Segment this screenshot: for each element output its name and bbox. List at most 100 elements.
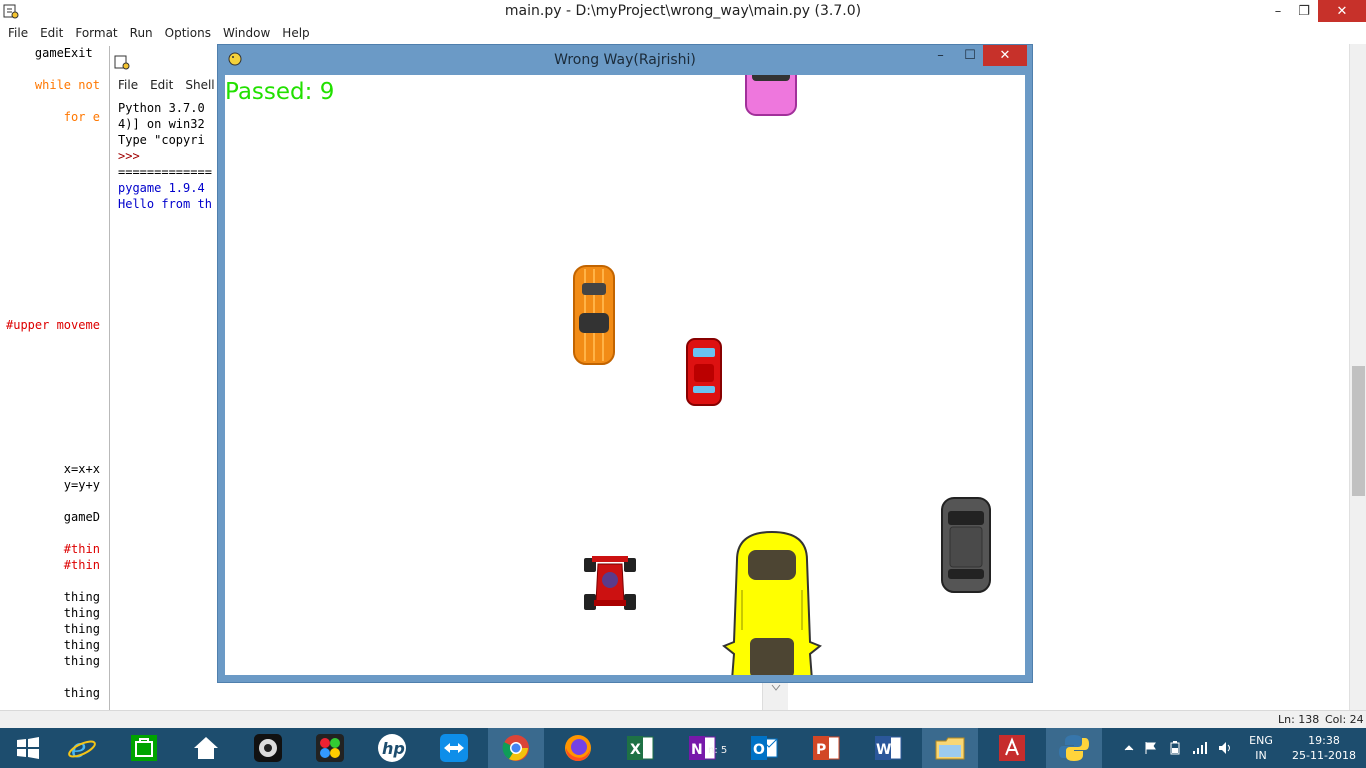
taskbar-excel[interactable]: X bbox=[612, 728, 668, 768]
shell-line[interactable]: Type "copyri bbox=[118, 133, 205, 147]
code-line[interactable]: x=x+x bbox=[6, 462, 100, 476]
powerpoint-icon: P bbox=[813, 736, 840, 760]
taskbar-onenote[interactable]: N n: 5 bbox=[674, 728, 730, 768]
game-window-title: Wrong Way(Rajrishi) bbox=[554, 52, 696, 68]
excel-icon: X bbox=[627, 736, 654, 760]
shell-line[interactable]: Hello from th bbox=[118, 197, 212, 211]
game-close-button[interactable]: ✕ bbox=[983, 45, 1027, 66]
code-line[interactable]: thing bbox=[6, 606, 100, 620]
code-line[interactable]: gameExit bbox=[6, 46, 93, 60]
shell-line[interactable]: 4)] on win32 bbox=[118, 117, 205, 131]
shell-line[interactable]: pygame 1.9.4 bbox=[118, 181, 205, 195]
speaker-icon[interactable] bbox=[1218, 741, 1234, 755]
outlook-icon: O bbox=[751, 736, 778, 760]
chrome-icon bbox=[502, 735, 529, 761]
shell-menu-shell[interactable]: Shell bbox=[179, 78, 220, 92]
orange-car bbox=[573, 265, 615, 365]
taskbar-outlook[interactable]: O bbox=[736, 728, 792, 768]
taskbar-acrobat[interactable] bbox=[984, 728, 1040, 768]
code-line[interactable]: for e bbox=[6, 110, 100, 124]
shell-menu-file[interactable]: File bbox=[112, 78, 144, 92]
code-line[interactable]: #thin bbox=[6, 542, 100, 556]
shell-scrollbar-corner[interactable] bbox=[762, 682, 788, 710]
status-column-number: Col: 24 bbox=[1325, 713, 1364, 726]
editor-close-button[interactable]: ✕ bbox=[1318, 0, 1366, 22]
game-canvas[interactable]: Passed: 9 bbox=[225, 75, 1025, 675]
code-line[interactable]: thing bbox=[6, 622, 100, 636]
gray-car bbox=[941, 497, 991, 593]
taskbar-internet-explorer[interactable]: e bbox=[54, 728, 110, 768]
score-text: Passed: 9 bbox=[225, 79, 335, 105]
code-line[interactable]: gameD bbox=[6, 510, 100, 524]
chevron-down-icon bbox=[771, 684, 781, 691]
editor-maximize-button[interactable]: ❐ bbox=[1290, 0, 1318, 22]
editor-menu-bar: File Edit Format Run Options Window Help bbox=[2, 23, 316, 43]
hp-logo-icon: hp bbox=[378, 734, 406, 762]
editor-menu-window[interactable]: Window bbox=[217, 26, 276, 40]
pygame-window: Wrong Way(Rajrishi) – ☐ ✕ Passed: 9 bbox=[217, 44, 1033, 683]
clock[interactable]: 19:38 25-11-2018 bbox=[1288, 733, 1360, 763]
code-line[interactable]: #upper moveme bbox=[6, 318, 100, 332]
clock-time: 19:38 bbox=[1308, 734, 1340, 747]
shell-line[interactable]: Python 3.7.0 bbox=[118, 101, 212, 115]
editor-menu-run[interactable]: Run bbox=[124, 26, 159, 40]
editor-scrollbar-thumb[interactable] bbox=[1352, 366, 1365, 496]
taskbar-webcam[interactable] bbox=[240, 728, 296, 768]
firefox-icon bbox=[565, 735, 591, 762]
code-line[interactable]: thing bbox=[6, 654, 100, 668]
taskbar-firefox[interactable] bbox=[550, 728, 606, 768]
clock-date: 25-11-2018 bbox=[1292, 749, 1356, 762]
python-shell-window: File Edit Shell Python 3.7.0 4)] on win3… bbox=[109, 46, 229, 710]
code-line[interactable]: thing bbox=[6, 686, 100, 700]
shell-menu-edit[interactable]: Edit bbox=[144, 78, 179, 92]
editor-status-bar: Ln: 138 Col: 24 bbox=[0, 710, 1366, 728]
code-line[interactable]: thing bbox=[6, 638, 100, 652]
language-indicator[interactable]: ENG IN bbox=[1248, 733, 1274, 763]
wifi-signal-icon[interactable] bbox=[1192, 741, 1208, 755]
taskbar-paint[interactable] bbox=[302, 728, 358, 768]
taskbar-store[interactable] bbox=[116, 728, 172, 768]
windows-logo-icon bbox=[17, 737, 39, 759]
word-icon: W bbox=[875, 736, 902, 760]
webcam-icon bbox=[254, 734, 282, 762]
chevron-up-icon[interactable] bbox=[1124, 743, 1134, 753]
svg-text:X: X bbox=[630, 742, 641, 758]
svg-text:P: P bbox=[816, 742, 826, 758]
code-line[interactable]: #thin bbox=[6, 558, 100, 572]
acrobat-icon bbox=[999, 735, 1025, 761]
svg-text:hp: hp bbox=[382, 739, 405, 758]
paint-icon bbox=[316, 734, 344, 762]
code-line[interactable]: thing bbox=[6, 590, 100, 604]
shell-line[interactable]: ============= bbox=[118, 165, 212, 179]
taskbar-powerpoint[interactable]: P bbox=[798, 728, 854, 768]
battery-icon[interactable] bbox=[1168, 741, 1182, 755]
internet-explorer-icon: e bbox=[68, 734, 96, 763]
game-minimize-button[interactable]: – bbox=[924, 45, 957, 66]
taskbar-word[interactable]: W bbox=[860, 728, 916, 768]
editor-menu-edit[interactable]: Edit bbox=[34, 26, 69, 40]
shell-prompt[interactable]: >>> bbox=[118, 149, 147, 163]
editor-menu-file[interactable]: File bbox=[2, 26, 34, 40]
taskbar-file-explorer[interactable] bbox=[922, 728, 978, 768]
game-maximize-button[interactable]: ☐ bbox=[957, 45, 983, 66]
flag-icon[interactable] bbox=[1144, 741, 1158, 755]
taskbar-home[interactable] bbox=[178, 728, 234, 768]
python-icon bbox=[1059, 735, 1089, 761]
desktop-screen: main.py - D:\myProject\wrong_way\main.py… bbox=[0, 0, 1366, 768]
start-button[interactable] bbox=[0, 728, 56, 768]
code-line[interactable]: y=y+y bbox=[6, 478, 100, 492]
editor-menu-format[interactable]: Format bbox=[69, 26, 123, 40]
taskbar-hp[interactable]: hp bbox=[364, 728, 420, 768]
code-line[interactable]: while not bbox=[6, 78, 100, 92]
editor-menu-help[interactable]: Help bbox=[276, 26, 315, 40]
language-code: ENG bbox=[1249, 734, 1273, 747]
editor-menu-options[interactable]: Options bbox=[159, 26, 217, 40]
yellow-car bbox=[722, 530, 822, 675]
taskbar-teamviewer[interactable] bbox=[426, 728, 482, 768]
editor-vertical-scrollbar[interactable] bbox=[1349, 44, 1366, 710]
svg-text:W: W bbox=[876, 742, 891, 758]
taskbar-chrome[interactable] bbox=[488, 728, 544, 768]
taskbar-python[interactable] bbox=[1046, 728, 1102, 768]
folder-icon bbox=[935, 737, 965, 760]
status-line-number: Ln: 138 bbox=[1278, 713, 1320, 726]
